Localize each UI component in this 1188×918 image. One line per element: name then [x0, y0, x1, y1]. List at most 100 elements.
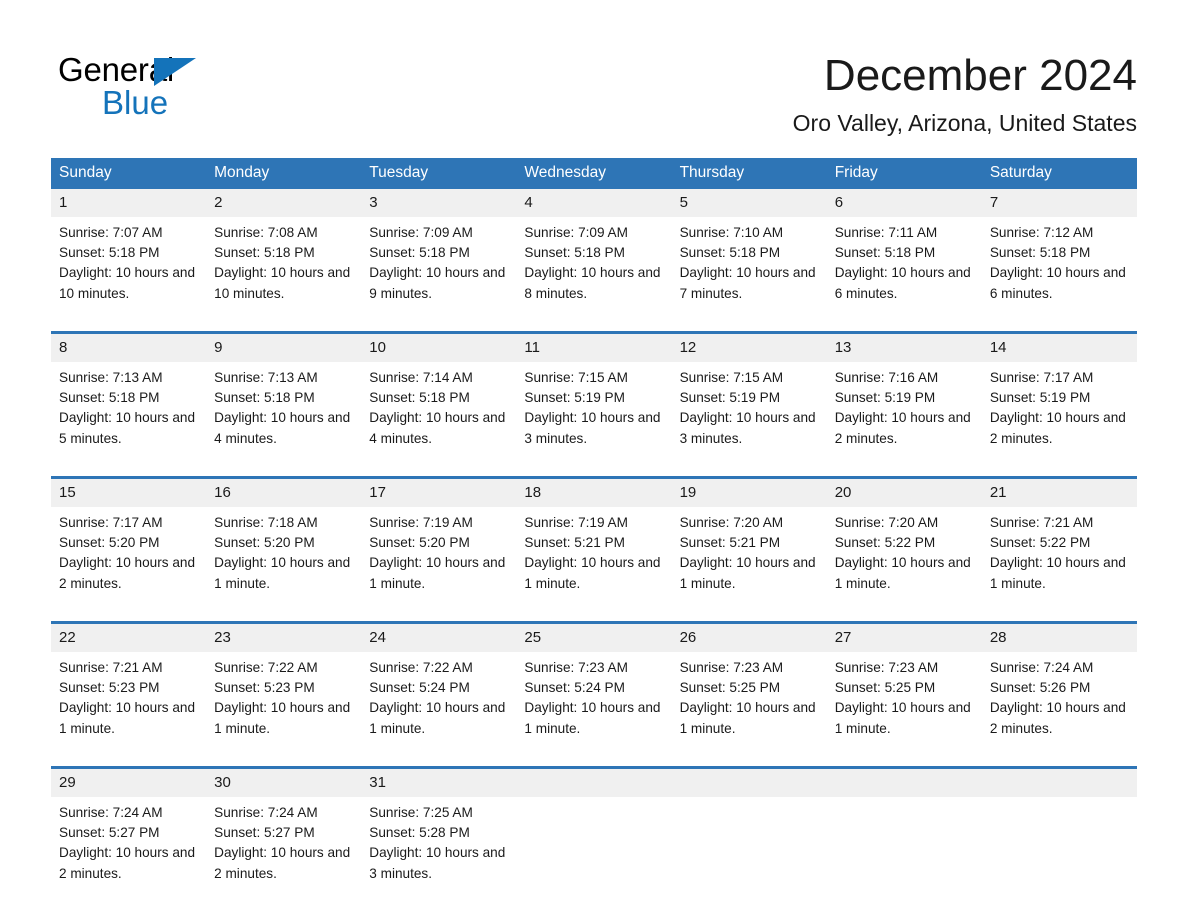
daylight-text: Daylight: 10 hours and 1 minute. [214, 700, 351, 736]
sunrise-text: Sunrise: 7:09 AM [369, 225, 473, 240]
weekday-header-saturday: Saturday [981, 158, 1137, 189]
day-cell: Sunrise: 7:11 AM Sunset: 5:18 PM Dayligh… [826, 217, 982, 333]
day-number: 12 [671, 331, 827, 362]
day-number: 9 [206, 331, 362, 362]
day-number: 22 [51, 621, 207, 652]
day-number: 13 [826, 331, 982, 362]
day-cell: Sunrise: 7:09 AM Sunset: 5:18 PM Dayligh… [516, 217, 672, 333]
sunrise-text: Sunrise: 7:13 AM [214, 370, 318, 385]
sunset-text: Sunset: 5:25 PM [834, 680, 936, 696]
sunset-text: Sunset: 5:19 PM [834, 390, 936, 406]
week-row-details: Sunrise: 7:21 AM Sunset: 5:23 PM Dayligh… [51, 652, 1137, 768]
week-row-details: Sunrise: 7:17 AM Sunset: 5:20 PM Dayligh… [51, 507, 1137, 623]
daylight-text: Daylight: 10 hours and 7 minutes. [679, 265, 816, 301]
day-cell: Sunrise: 7:16 AM Sunset: 5:19 PM Dayligh… [826, 362, 982, 478]
day-number: 16 [206, 476, 362, 507]
weekday-header-friday: Friday [826, 158, 982, 189]
day-cell: Sunrise: 7:23 AM Sunset: 5:24 PM Dayligh… [516, 652, 672, 768]
day-number-empty [826, 766, 982, 797]
day-number: 8 [51, 331, 207, 362]
daylight-text: Daylight: 10 hours and 1 minute. [989, 555, 1126, 591]
sunrise-text: Sunrise: 7:14 AM [369, 370, 473, 385]
daylight-text: Daylight: 10 hours and 1 minute. [834, 555, 971, 591]
day-cell: Sunrise: 7:17 AM Sunset: 5:19 PM Dayligh… [981, 362, 1137, 478]
day-cell-empty [671, 797, 827, 911]
logo-triangle-icon [154, 58, 196, 86]
day-number: 11 [516, 331, 672, 362]
daylight-text: Daylight: 10 hours and 10 minutes. [214, 265, 351, 301]
daylight-text: Daylight: 10 hours and 4 minutes. [214, 410, 351, 446]
day-number: 3 [361, 189, 517, 217]
day-number: 4 [516, 189, 672, 217]
daylight-text: Daylight: 10 hours and 1 minute. [834, 700, 971, 736]
week-row-details: Sunrise: 7:07 AM Sunset: 5:18 PM Dayligh… [51, 217, 1137, 333]
sunrise-text: Sunrise: 7:23 AM [679, 660, 784, 675]
sunset-text: Sunset: 5:22 PM [989, 535, 1091, 551]
week-row-details: Sunrise: 7:24 AM Sunset: 5:27 PM Dayligh… [51, 797, 1137, 911]
daylight-text: Daylight: 10 hours and 5 minutes. [59, 410, 196, 446]
generalblue-logo: General Blue [58, 52, 258, 124]
daylight-text: Daylight: 10 hours and 9 minutes. [369, 265, 506, 301]
sunrise-text: Sunrise: 7:22 AM [369, 660, 473, 675]
day-cell: Sunrise: 7:25 AM Sunset: 5:28 PM Dayligh… [361, 797, 517, 911]
sunset-text: Sunset: 5:21 PM [524, 535, 625, 551]
daylight-text: Daylight: 10 hours and 1 minute. [214, 555, 351, 591]
day-number-empty [981, 766, 1137, 797]
week-row-date-numbers: 22 23 24 25 26 27 28 [51, 621, 1137, 652]
sunset-text: Sunset: 5:20 PM [214, 535, 315, 551]
sunrise-text: Sunrise: 7:17 AM [59, 515, 163, 530]
sunrise-text: Sunrise: 7:22 AM [214, 660, 318, 675]
day-number: 17 [361, 476, 517, 507]
logo-text-blue: Blue [102, 84, 169, 121]
sunrise-text: Sunrise: 7:07 AM [59, 225, 163, 240]
day-number: 21 [981, 476, 1137, 507]
sunrise-text: Sunrise: 7:20 AM [679, 515, 784, 530]
sunset-text: Sunset: 5:20 PM [59, 535, 160, 551]
sunrise-text: Sunrise: 7:15 AM [679, 370, 784, 385]
day-cell-empty [826, 797, 982, 911]
day-cell: Sunrise: 7:24 AM Sunset: 5:27 PM Dayligh… [206, 797, 362, 911]
day-cell: Sunrise: 7:23 AM Sunset: 5:25 PM Dayligh… [826, 652, 982, 768]
sunset-text: Sunset: 5:21 PM [679, 535, 781, 551]
day-number: 15 [51, 476, 207, 507]
daylight-text: Daylight: 10 hours and 1 minute. [524, 555, 661, 591]
daylight-text: Daylight: 10 hours and 4 minutes. [369, 410, 506, 446]
daylight-text: Daylight: 10 hours and 2 minutes. [989, 410, 1126, 446]
daylight-text: Daylight: 10 hours and 10 minutes. [59, 265, 196, 301]
day-number: 18 [516, 476, 672, 507]
sunset-text: Sunset: 5:18 PM [369, 390, 470, 406]
day-cell: Sunrise: 7:14 AM Sunset: 5:18 PM Dayligh… [361, 362, 517, 478]
day-number: 29 [51, 766, 207, 797]
title-block: December 2024 Oro Valley, Arizona, Unite… [793, 50, 1137, 138]
sunrise-text: Sunrise: 7:12 AM [989, 225, 1094, 240]
day-cell: Sunrise: 7:21 AM Sunset: 5:23 PM Dayligh… [51, 652, 207, 768]
day-number: 26 [671, 621, 827, 652]
day-cell: Sunrise: 7:22 AM Sunset: 5:23 PM Dayligh… [206, 652, 362, 768]
weekday-header-wednesday: Wednesday [516, 158, 672, 189]
sunrise-text: Sunrise: 7:18 AM [214, 515, 318, 530]
sunset-text: Sunset: 5:25 PM [679, 680, 781, 696]
sunset-text: Sunset: 5:19 PM [989, 390, 1091, 406]
sunrise-text: Sunrise: 7:17 AM [989, 370, 1094, 385]
week-row-date-numbers: 8 9 10 11 12 13 14 [51, 331, 1137, 362]
sunset-text: Sunset: 5:27 PM [59, 825, 160, 841]
day-cell: Sunrise: 7:22 AM Sunset: 5:24 PM Dayligh… [361, 652, 517, 768]
sunrise-text: Sunrise: 7:24 AM [59, 805, 163, 820]
sunset-text: Sunset: 5:18 PM [59, 245, 160, 261]
sunrise-text: Sunrise: 7:08 AM [214, 225, 318, 240]
sunset-text: Sunset: 5:18 PM [369, 245, 470, 261]
daylight-text: Daylight: 10 hours and 1 minute. [369, 700, 506, 736]
daylight-text: Daylight: 10 hours and 8 minutes. [524, 265, 661, 301]
daylight-text: Daylight: 10 hours and 1 minute. [59, 700, 196, 736]
day-cell: Sunrise: 7:24 AM Sunset: 5:26 PM Dayligh… [981, 652, 1137, 768]
day-number: 2 [206, 189, 362, 217]
daylight-text: Daylight: 10 hours and 2 minutes. [59, 845, 196, 881]
sunrise-text: Sunrise: 7:24 AM [989, 660, 1094, 675]
day-cell: Sunrise: 7:13 AM Sunset: 5:18 PM Dayligh… [206, 362, 362, 478]
calendar-body: 1 2 3 4 5 6 7 Sunrise: 7:07 AM Sunset: 5… [51, 189, 1137, 911]
day-cell: Sunrise: 7:09 AM Sunset: 5:18 PM Dayligh… [361, 217, 517, 333]
sunset-text: Sunset: 5:27 PM [214, 825, 315, 841]
daylight-text: Daylight: 10 hours and 2 minutes. [834, 410, 971, 446]
sunrise-text: Sunrise: 7:24 AM [214, 805, 318, 820]
day-cell: Sunrise: 7:17 AM Sunset: 5:20 PM Dayligh… [51, 507, 207, 623]
